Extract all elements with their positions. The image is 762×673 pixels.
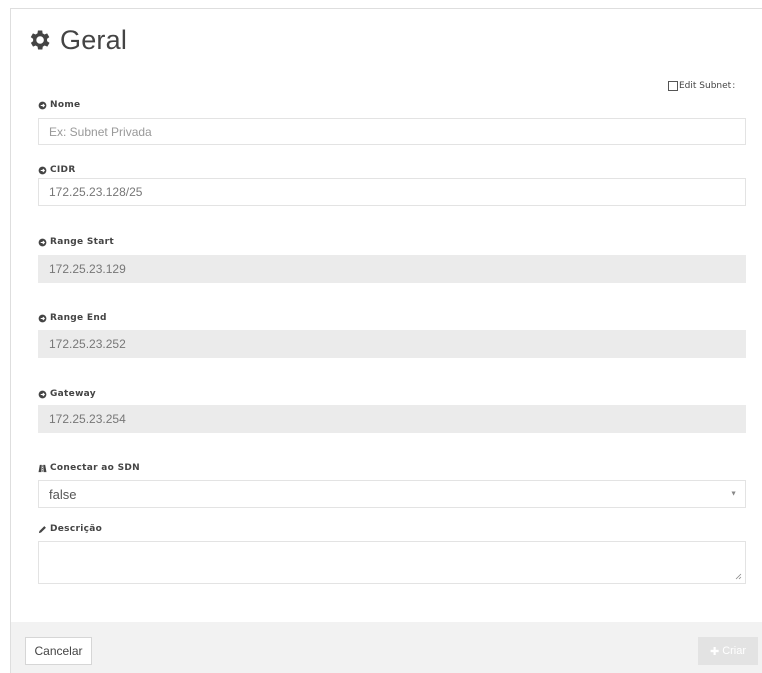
nome-label: Nome (38, 100, 80, 110)
range-start-label: Range Start (38, 237, 114, 247)
plus-icon: ✚ (709, 645, 720, 658)
page-title-text: Geral (60, 24, 128, 55)
gateway-input: 172.25.23.254 (38, 405, 746, 433)
gateway-value: 172.25.23.254 (49, 412, 126, 426)
range-end-value: 172.25.23.252 (49, 337, 126, 351)
range-end-label: Range End (38, 313, 107, 323)
arrow-circle-right-icon (38, 390, 47, 398)
range-start-input: 172.25.23.129 (38, 255, 746, 283)
arrow-circle-right-icon (38, 166, 47, 174)
gear-icon (30, 30, 50, 50)
conectar-sdn-select[interactable]: false ▼ (38, 480, 746, 508)
create-button-label: Criar (722, 645, 747, 657)
dropdown-arrow-icon: ▼ (730, 490, 737, 498)
edit-subnet-checkbox[interactable] (668, 81, 678, 91)
edit-subnet-toggle[interactable]: Edit Subnet: (668, 81, 735, 91)
arrow-circle-right-icon (38, 101, 47, 109)
range-start-value: 172.25.23.129 (49, 262, 126, 276)
resize-handle-icon[interactable] (735, 573, 742, 580)
range-end-input: 172.25.23.252 (38, 330, 746, 358)
conectar-sdn-label: Conectar ao SDN (38, 463, 140, 473)
descricao-label: Descrição (38, 524, 102, 534)
cancel-button[interactable]: Cancelar (25, 637, 92, 665)
arrow-circle-right-icon (38, 314, 47, 322)
create-button[interactable]: ✚ Criar (698, 637, 758, 665)
arrow-circle-right-icon (38, 238, 47, 246)
gateway-label: Gateway (38, 389, 96, 399)
cidr-input[interactable]: 172.25.23.128/25 (38, 178, 746, 206)
pencil-icon (38, 525, 46, 533)
cidr-label: CIDR (38, 165, 76, 175)
descricao-textarea[interactable] (38, 541, 746, 584)
form-footer (11, 622, 762, 673)
nome-input[interactable]: Ex: Subnet Privada (38, 118, 746, 145)
cidr-value: 172.25.23.128/25 (49, 185, 143, 199)
road-icon (38, 464, 47, 472)
conectar-sdn-value: false (49, 486, 77, 502)
edit-subnet-label: Edit Subnet (679, 81, 732, 91)
nome-placeholder: Ex: Subnet Privada (49, 124, 152, 139)
page-title: Geral (26, 22, 127, 58)
